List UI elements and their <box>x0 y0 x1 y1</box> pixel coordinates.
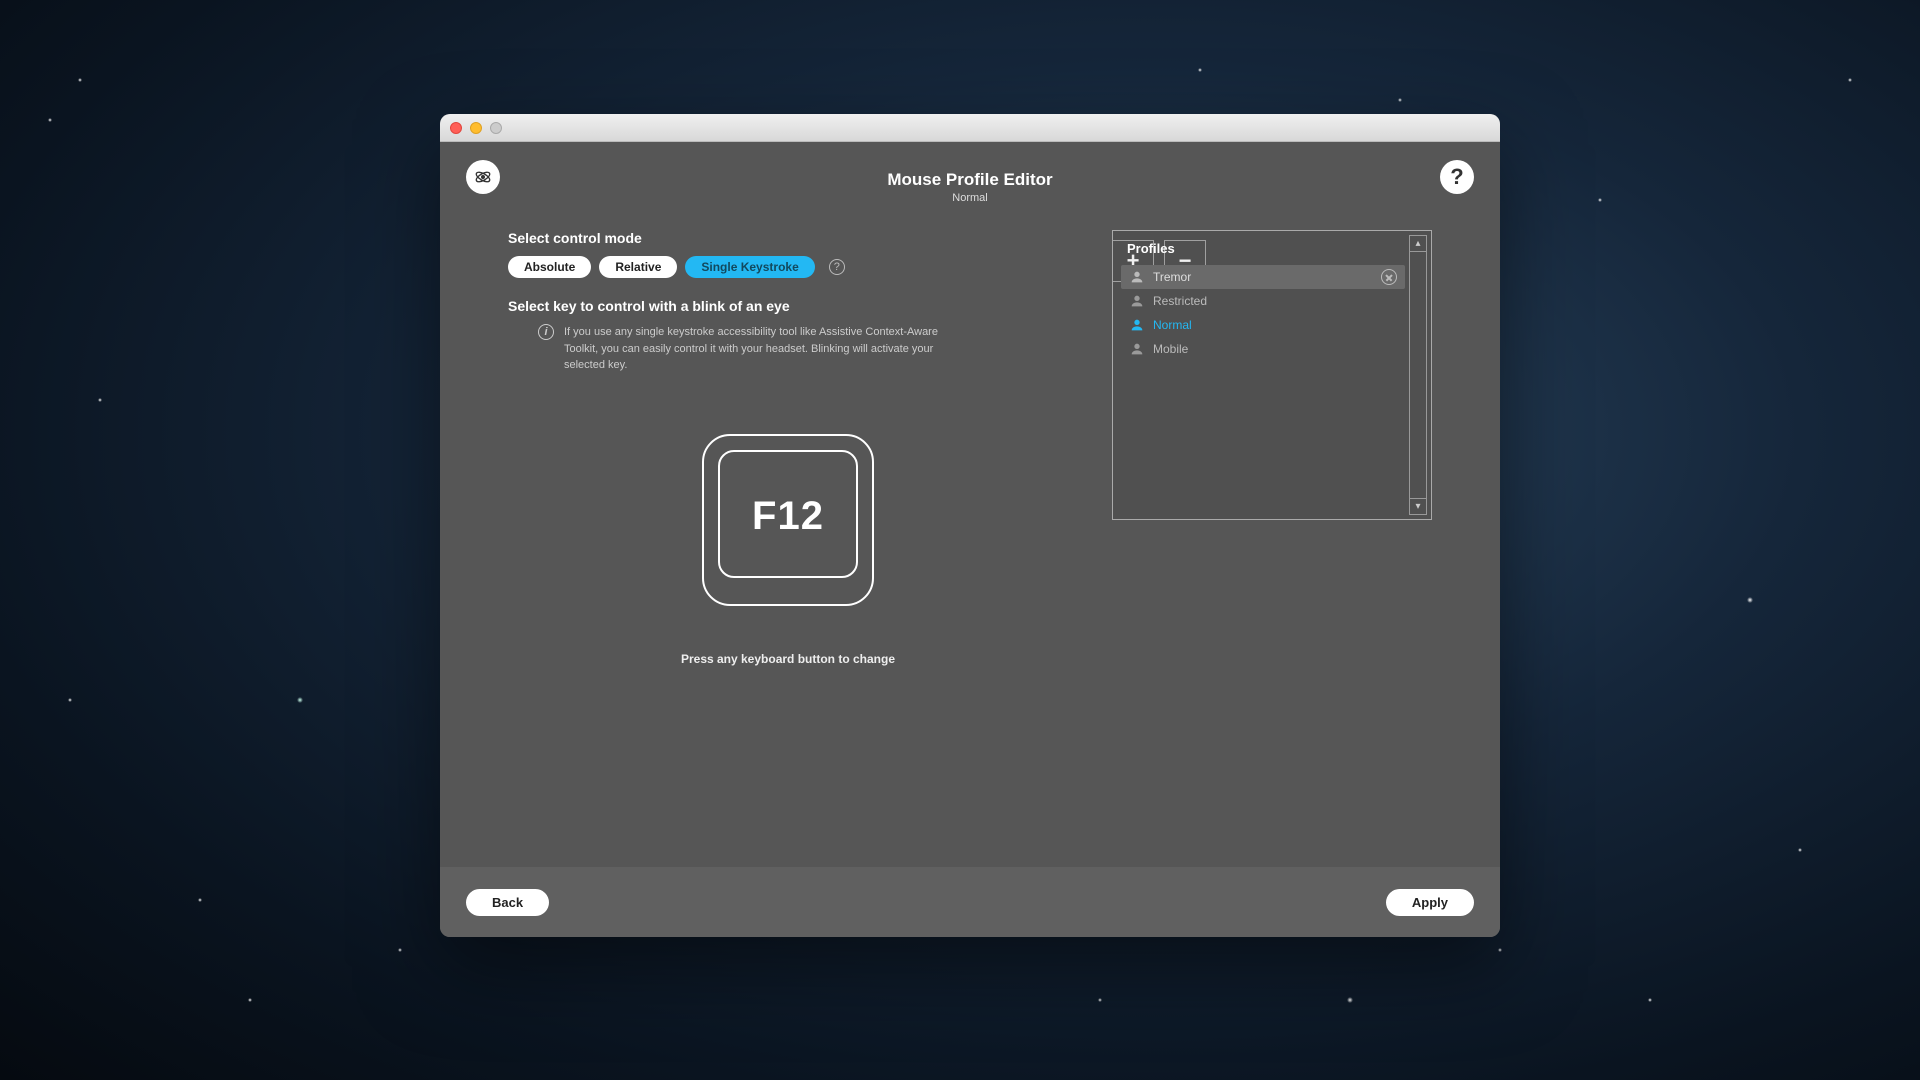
mode-help-icon[interactable]: ? <box>829 259 845 275</box>
app-window: ? Mouse Profile Editor Normal Select con… <box>440 114 1500 937</box>
atom-icon <box>473 167 493 187</box>
profiles-panel: Profiles Tremor Restricted <box>1112 230 1432 520</box>
person-icon <box>1129 317 1145 333</box>
person-icon <box>1129 341 1145 357</box>
help-button[interactable]: ? <box>1440 160 1474 194</box>
window-minimize-button[interactable] <box>470 122 482 134</box>
profile-label: Restricted <box>1153 294 1207 308</box>
person-icon <box>1129 293 1145 309</box>
profiles-list: Tremor Restricted Normal <box>1121 265 1405 511</box>
scroll-down-icon[interactable]: ▾ <box>1410 498 1426 514</box>
info-icon: i <box>538 324 554 340</box>
profile-row-mobile[interactable]: Mobile <box>1121 337 1405 361</box>
profile-delete-icon[interactable] <box>1381 269 1397 285</box>
window-body: ? Mouse Profile Editor Normal Select con… <box>440 142 1500 937</box>
page-title: Mouse Profile Editor <box>440 170 1500 190</box>
profile-row-restricted[interactable]: Restricted <box>1121 289 1405 313</box>
content-area: Select control mode Absolute Relative Si… <box>508 230 1432 847</box>
key-display: F12 Press any keyboard button to change <box>648 434 928 666</box>
keycap-label: F12 <box>704 430 872 604</box>
info-text: If you use any single keystroke accessib… <box>564 324 948 374</box>
footer: Back Apply <box>440 867 1500 937</box>
keycap[interactable]: F12 <box>702 434 874 606</box>
window-close-button[interactable] <box>450 122 462 134</box>
profile-label: Normal <box>1153 318 1192 332</box>
person-icon <box>1129 269 1145 285</box>
press-hint: Press any keyboard button to change <box>648 652 928 666</box>
question-icon: ? <box>1450 164 1463 190</box>
page-subtitle: Normal <box>440 192 1500 204</box>
profiles-title: Profiles <box>1113 231 1431 266</box>
profile-row-tremor[interactable]: Tremor <box>1121 265 1405 289</box>
scroll-up-icon[interactable]: ▴ <box>1410 236 1426 252</box>
mode-single-keystroke[interactable]: Single Keystroke <box>685 256 814 278</box>
back-button[interactable]: Back <box>466 889 549 916</box>
profile-row-normal[interactable]: Normal <box>1121 313 1405 337</box>
mode-relative[interactable]: Relative <box>599 256 677 278</box>
profile-label: Mobile <box>1153 342 1188 356</box>
window-zoom-button[interactable] <box>490 122 502 134</box>
profiles-scrollbar[interactable]: ▴ ▾ <box>1409 235 1427 515</box>
titlebar[interactable] <box>440 114 1500 142</box>
profile-label: Tremor <box>1153 270 1191 284</box>
apply-button[interactable]: Apply <box>1386 889 1474 916</box>
app-logo-button[interactable] <box>466 160 500 194</box>
mode-absolute[interactable]: Absolute <box>508 256 591 278</box>
page-header: Mouse Profile Editor Normal <box>440 142 1500 204</box>
